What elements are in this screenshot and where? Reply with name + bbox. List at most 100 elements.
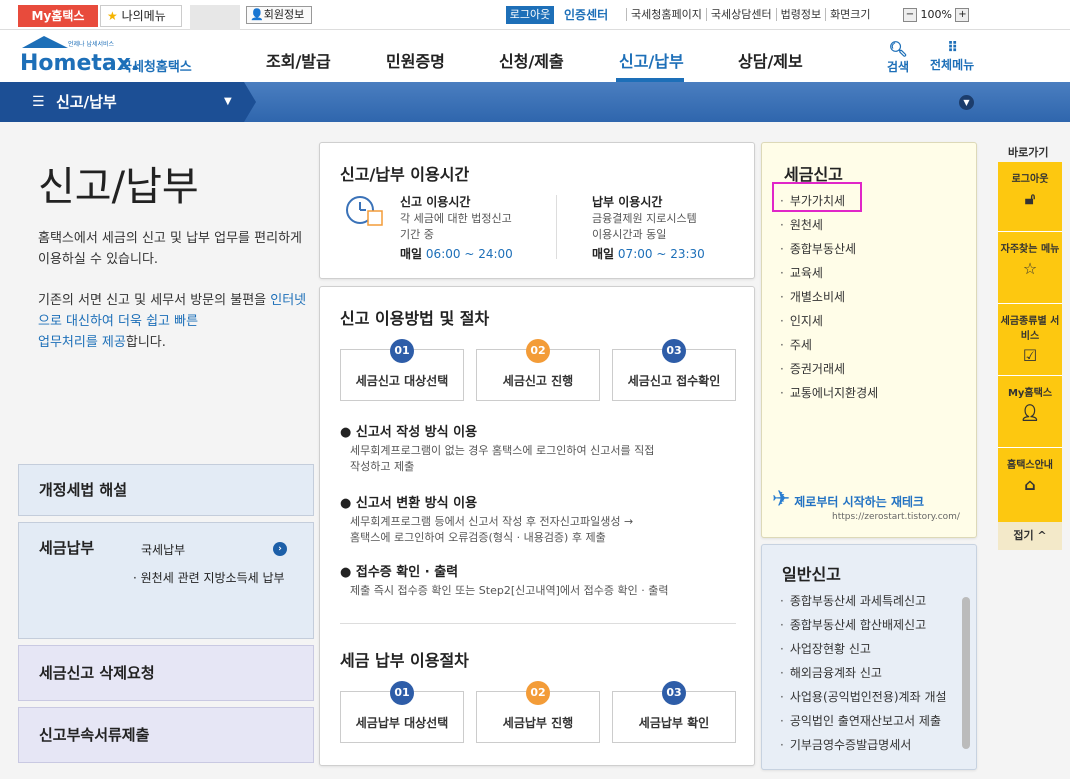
scrollbar[interactable]: [962, 597, 970, 749]
consult-center-link[interactable]: 국세상담센터: [705, 8, 776, 21]
zoom-value: 100%: [920, 8, 952, 21]
revision-law-box[interactable]: 개정세법 해설: [18, 464, 314, 516]
nav-inquiry[interactable]: 조회/발급: [266, 48, 331, 72]
general-report-item[interactable]: 사업용(공익법인전용)계좌 개설: [780, 685, 947, 709]
arrow-right-icon[interactable]: ›: [273, 542, 287, 556]
my-menu-button[interactable]: ★ 나의메뉴: [100, 5, 182, 27]
general-report-item[interactable]: 해외금융계좌 신고: [780, 661, 947, 685]
daily-label-2: 매일: [592, 247, 615, 261]
quick-label: 로그아웃: [1011, 174, 1049, 185]
clock-icon: [344, 193, 383, 229]
general-report-item[interactable]: 공익법인 출연재산보고서 제출: [780, 709, 947, 733]
report-time-value: 06:00 ~ 24:00: [425, 247, 513, 261]
screen-size-label: 화면크기: [825, 8, 875, 21]
paper-plane-icon: ✈: [772, 487, 791, 512]
pay-hours-title: 납부 이용시간: [592, 195, 663, 209]
step-label: 세금납부 대상선택: [355, 716, 449, 730]
quick-tax-service[interactable]: 세금종류별 서비스 ☑: [998, 304, 1062, 376]
tax-report-item[interactable]: 개별소비세: [780, 285, 878, 309]
tax-report-item[interactable]: 증권거래세: [780, 357, 878, 381]
watermark-url: https://zerostart.tistory.com/: [832, 512, 960, 522]
nav-apply[interactable]: 신청/제출: [499, 48, 564, 72]
hometax-logo[interactable]: 언제나 납세서비스 Hometax. 국세청홈택스: [18, 34, 203, 78]
step-number: 02: [526, 339, 550, 363]
zoom-in-button[interactable]: +: [955, 8, 970, 22]
svg-text:언제나 납세서비스: 언제나 납세서비스: [68, 40, 115, 48]
location-label: 신고/납부: [56, 93, 117, 111]
delete-request-box[interactable]: 세금신고 삭제요청: [18, 645, 314, 701]
star-icon: ★: [107, 9, 118, 23]
section-body: 세무회계프로그램이 없는 경우 홈택스에 로그인하여 신고서를 직접 작성하고 제…: [350, 443, 654, 475]
location-selector[interactable]: ☰ 신고/납부 ▼: [0, 82, 256, 122]
star-icon: ☆: [1022, 259, 1038, 278]
pay-time-value: 07:00 ~ 23:30: [617, 247, 705, 261]
watermark-text: 제로부터 시작하는 재테크: [794, 495, 925, 509]
nts-homepage-link[interactable]: 국세청홈페이지: [626, 8, 706, 21]
tax-report-item[interactable]: 종합부동산세: [780, 237, 878, 261]
my-hometax-button[interactable]: My홈택스: [18, 5, 98, 27]
checkbox-icon: ☑: [1022, 346, 1038, 365]
tax-report-item[interactable]: 교통에너지환경세: [780, 381, 878, 405]
search-button[interactable]: 🔍︎ 검색: [887, 40, 909, 75]
quick-favorites[interactable]: 자주찾는 메뉴 ☆: [998, 232, 1062, 304]
section-heading: ● 접수증 확인 · 출력: [340, 565, 459, 580]
fold-button[interactable]: 접기 ^: [998, 522, 1062, 550]
cert-center-link[interactable]: 인증센터: [564, 6, 608, 24]
desc2-text-end: 합니다.: [125, 335, 166, 350]
section-heading: ● 신고서 변환 방식 이용: [340, 496, 478, 511]
quick-label: 자주찾는 메뉴: [1000, 244, 1060, 255]
quick-guide[interactable]: 홈택스안내 ⌂: [998, 448, 1062, 522]
step-number: 03: [662, 681, 686, 705]
step-label: 세금납부 진행: [502, 716, 574, 730]
section-body-line: 세무회계프로그램 등에서 신고서 작성 후 전자신고파일생성 →: [350, 515, 634, 528]
section-body-line: 작성하고 제출: [350, 460, 415, 473]
tax-report-item[interactable]: 인지세: [780, 309, 878, 333]
payment-box[interactable]: 세금납부 국세납부 › · 원천세 관련 지방소득세 납부: [18, 522, 314, 639]
all-menu-button[interactable]: ⠿ 전체메뉴: [930, 40, 974, 73]
national-tax-payment-link[interactable]: 국세납부: [141, 541, 185, 558]
nav-civil[interactable]: 민원증명: [386, 48, 445, 72]
usage-hours-title: 신고/납부 이용시간: [340, 165, 470, 184]
quick-links-column: 로그아웃 🔓︎ 자주찾는 메뉴 ☆ 세금종류별 서비스 ☑ My홈택스 👤︎ 홈택스안내…: [998, 162, 1062, 550]
zoom-control: − 100% +: [903, 6, 970, 24]
top-links: 국세청홈페이지 국세상담센터 법령정보 화면크기: [626, 6, 875, 24]
quick-logout[interactable]: 로그아웃 🔓︎: [998, 162, 1062, 232]
general-report-item[interactable]: 사업장현황 신고: [780, 637, 947, 661]
nav-consult[interactable]: 상담/제보: [738, 48, 803, 72]
report-hours-desc1: 각 세금에 대한 법정신고: [400, 212, 512, 225]
page-title: 신고/납부: [38, 164, 199, 210]
member-info-button[interactable]: 👤회원정보: [246, 6, 312, 24]
zoom-out-button[interactable]: −: [903, 8, 917, 22]
quick-my-hometax[interactable]: My홈택스 👤︎: [998, 376, 1062, 448]
payment-title: 세금납부: [39, 539, 95, 557]
procedure-panel: 신고 이용방법 및 절차 세금신고 대상선택 01 세금신고 진행 02 세금신…: [319, 286, 755, 766]
attach-submit-box[interactable]: 신고부속서류제출: [18, 707, 314, 763]
usage-hours-panel: 신고/납부 이용시간 신고 이용시간 각 세금에 대한 법정신고 기간 중 매일…: [319, 142, 755, 279]
search-icon: 🔍︎: [888, 40, 908, 58]
page-description: 홈택스에서 세금의 신고 및 납부 업무를 편리하게 이용하실 수 있습니다.: [38, 231, 302, 267]
desc2-text: 기존의 서면 신고 및 세무서 방문의 불편을: [38, 293, 271, 308]
pay-procedure-title: 세금 납부 이용절차: [340, 651, 469, 670]
procedure-title: 신고 이용방법 및 절차: [340, 309, 490, 328]
general-report-item[interactable]: 종합부동산세 합산배제신고: [780, 613, 947, 637]
section-heading-text: 접수증 확인 · 출력: [355, 565, 459, 580]
general-report-item[interactable]: 종합부동산세 과세특례신고: [780, 589, 947, 613]
general-report-item[interactable]: 기부금영수증발급명세서: [780, 733, 947, 757]
section-heading-text: 신고서 작성 방식 이용: [355, 425, 478, 440]
logout-button[interactable]: 로그아웃: [506, 6, 554, 24]
tax-report-list: 부가가치세 원천세 종합부동산세 교육세 개별소비세 인지세 주세 증권거래세 …: [780, 189, 878, 405]
tax-report-item[interactable]: 교육세: [780, 261, 878, 285]
chevron-down-icon[interactable]: ▼: [959, 95, 974, 110]
law-info-link[interactable]: 법령정보: [775, 8, 826, 21]
report-hours-desc2: 기간 중: [400, 228, 434, 241]
main-header: 언제나 납세서비스 Hometax. 국세청홈택스 조회/발급 민원증명 신청/…: [0, 30, 1070, 82]
pay-hours-time: 매일 07:00 ~ 23:30: [592, 245, 705, 262]
step-number: 01: [390, 681, 414, 705]
house-icon: ⌂: [1024, 475, 1036, 494]
local-income-tax-link[interactable]: · 원천세 관련 지방소득세 납부: [133, 569, 285, 586]
nav-report-pay[interactable]: 신고/납부: [619, 48, 684, 72]
tax-report-item[interactable]: 주세: [780, 333, 878, 357]
section-body-line: 제출 즉시 접수증 확인 또는 Step2[신고내역]에서 접수증 확인 · 출…: [350, 584, 669, 597]
watermark: ✈ 제로부터 시작하는 재테크 https://zerostart.tistor…: [772, 487, 960, 522]
tax-report-item[interactable]: 원천세: [780, 213, 878, 237]
